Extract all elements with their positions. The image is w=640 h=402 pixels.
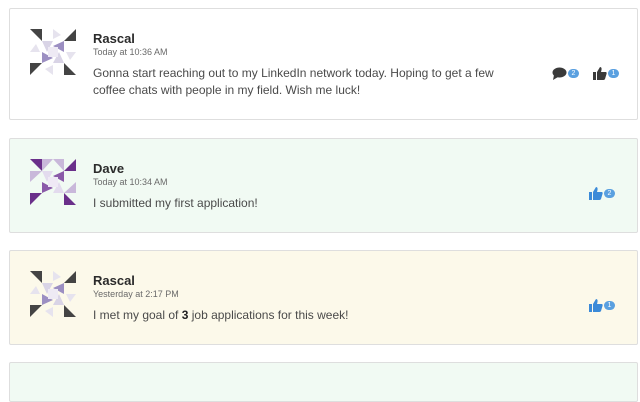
post-card-partial (9, 362, 638, 402)
comment-count-badge: 2 (568, 69, 579, 78)
comment-icon (552, 67, 567, 80)
like-count-badge: 1 (604, 301, 615, 310)
post-timestamp: Today at 10:36 AM (93, 47, 168, 57)
thumbs-up-icon (593, 67, 607, 80)
avatar (30, 271, 76, 317)
post-message: I met my goal of 3 job applications for … (93, 307, 525, 324)
post-actions: 1 (575, 299, 615, 312)
like-count-badge: 1 (608, 69, 619, 78)
post-message: I submitted my first application! (93, 196, 258, 210)
like-button[interactable]: 1 (589, 299, 615, 312)
post-card: Rascal Yesterday at 2:17 PM I met my goa… (9, 250, 638, 345)
author-name[interactable]: Rascal (93, 31, 135, 46)
post-actions: 2 (575, 187, 615, 200)
author-name[interactable]: Dave (93, 161, 124, 176)
avatar (30, 159, 76, 205)
post-timestamp: Yesterday at 2:17 PM (93, 289, 179, 299)
message-text: job applications for this week! (188, 308, 349, 322)
like-button[interactable]: 1 (593, 67, 619, 80)
post-message: Gonna start reaching out to my LinkedIn … (93, 66, 494, 97)
thumbs-up-icon (589, 299, 603, 312)
post-card: Dave Today at 10:34 AM I submitted my fi… (9, 138, 638, 233)
post-timestamp: Today at 10:34 AM (93, 177, 168, 187)
like-button[interactable]: 2 (589, 187, 615, 200)
message-text: I met my goal of (93, 308, 182, 322)
like-count-badge: 2 (604, 189, 615, 198)
post-card: Rascal Today at 10:36 AM Gonna start rea… (9, 8, 638, 120)
post-actions: 2 1 (538, 67, 619, 80)
comment-button[interactable]: 2 (552, 67, 579, 80)
author-name[interactable]: Rascal (93, 273, 135, 288)
thumbs-up-icon (589, 187, 603, 200)
avatar (30, 29, 76, 75)
